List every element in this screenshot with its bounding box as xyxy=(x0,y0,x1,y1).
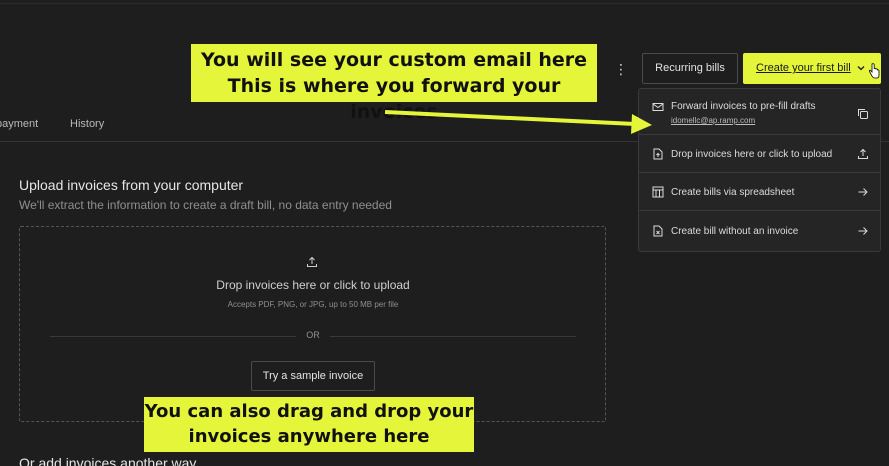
chevron-down-icon[interactable] xyxy=(856,53,866,84)
menu-item-label: Create bills via spreadsheet xyxy=(671,187,795,198)
or-label: OR xyxy=(296,330,330,340)
arrow-right-icon xyxy=(858,227,868,235)
spreadsheet-icon xyxy=(652,186,664,198)
annotation-line: invoices anywhere here xyxy=(188,426,430,447)
annotation-drag-drop: You can also drag and drop your invoices… xyxy=(144,397,474,452)
menu-item-bill-without-invoice[interactable]: Create bill without an invoice xyxy=(639,211,880,251)
menu-item-spreadsheet[interactable]: Create bills via spreadsheet xyxy=(639,173,880,211)
upload-section-subtitle: We'll extract the information to create … xyxy=(19,198,392,212)
top-divider xyxy=(0,3,889,4)
upload-icon xyxy=(307,256,317,267)
create-first-bill-label: Create your first bill xyxy=(756,62,851,74)
annotation-arrow-icon xyxy=(384,110,652,134)
annotation-line: You can also drag and drop your xyxy=(144,401,474,422)
menu-item-label: Create bill without an invoice xyxy=(671,226,799,237)
menu-item-forward-invoices[interactable]: Forward invoices to pre-fill drafts idom… xyxy=(639,89,880,135)
upload-section-title: Upload invoices from your computer xyxy=(19,177,244,193)
tab-payment[interactable]: payment xyxy=(0,118,38,130)
dropzone-subtitle: Accepts PDF, PNG, or JPG, up to 50 MB pe… xyxy=(227,300,399,309)
dropzone-title: Drop invoices here or click to upload xyxy=(216,278,410,292)
try-sample-invoice-button[interactable]: Try a sample invoice xyxy=(251,361,375,391)
annotation-custom-email: You will see your custom email here This… xyxy=(191,44,597,123)
recurring-bills-button[interactable]: Recurring bills xyxy=(642,53,738,84)
file-x-icon xyxy=(653,225,663,237)
upload-icon xyxy=(858,148,868,159)
create-bill-dropdown-menu: Forward invoices to pre-fill drafts idom… xyxy=(638,88,881,252)
annotation-line: You will see your custom email here xyxy=(200,49,588,71)
pointer-cursor-icon xyxy=(868,63,880,79)
menu-item-label: Forward invoices to pre-fill drafts xyxy=(671,101,816,112)
forwarding-email-link[interactable]: idomellc@ap.ramp.com xyxy=(671,116,755,125)
tab-history[interactable]: History xyxy=(70,118,104,130)
create-first-bill-button[interactable]: Create your first bill xyxy=(743,53,881,84)
copy-icon[interactable] xyxy=(857,108,869,120)
more-ways-heading: Or add invoices another way xyxy=(19,455,197,466)
menu-item-drop-invoices[interactable]: Drop invoices here or click to upload xyxy=(639,135,880,173)
menu-item-label: Drop invoices here or click to upload xyxy=(671,149,833,160)
more-options-icon[interactable]: ⋮ xyxy=(614,58,628,80)
arrow-right-icon xyxy=(858,188,868,196)
file-upload-icon xyxy=(653,148,663,160)
